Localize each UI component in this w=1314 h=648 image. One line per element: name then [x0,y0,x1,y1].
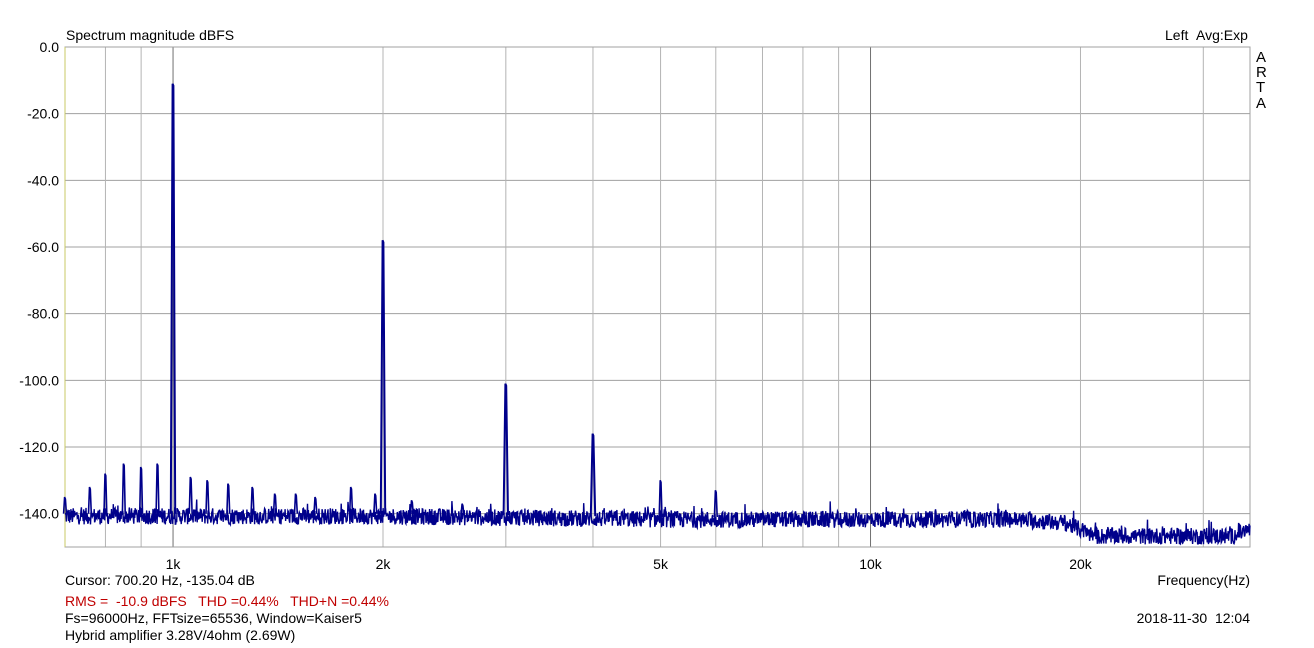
measurement-description: Hybrid amplifier 3.28V/4ohm (2.69W) [65,627,295,643]
brand-letter-t: T [1256,79,1265,96]
x-axis-label: Frequency(Hz) [1157,572,1250,588]
y-tick-label: -40.0 [27,172,59,188]
harmonic-peak [293,493,299,514]
y-tick-label: -120.0 [19,439,59,455]
harmonic-peak [87,486,93,514]
timestamp: 2018-11-30 12:04 [1137,610,1251,626]
fft-settings: Fs=96000Hz, FFTsize=65536, Window=Kaiser… [65,610,362,626]
channel-label: Left [1165,27,1188,43]
harmonic-peak [155,463,160,514]
harmonic-peak [226,483,231,514]
cursor-readout: Cursor: 700.20 Hz, -135.04 dB [65,572,255,588]
rms-thd-readout: RMS = -10.9 dBFS THD =0.44% THD+N =0.44% [65,593,389,609]
harmonic-peak [373,493,378,514]
x-tick-label: 2k [376,556,392,572]
y-tick-label: -20.0 [27,106,59,122]
noise-floor-trace [64,499,1251,546]
x-tick-label: 10k [859,556,883,572]
harmonic-peak [121,463,126,514]
y-tick-label: -140.0 [19,506,59,522]
chart-title: Spectrum magnitude dBFS [66,27,234,43]
x-tick-label: 5k [653,556,669,572]
harmonic-peak [205,480,210,514]
y-tick-label: -100.0 [19,372,59,388]
harmonic-peak [188,476,193,514]
y-tick-label: -60.0 [27,239,59,255]
x-tick-label: 1k [166,556,182,572]
plot-frame [64,46,1251,548]
averaging-label: Avg:Exp [1196,27,1248,43]
spectrum-chart: 0.0 -20.0 -40.0 -60.0 -80.0 -100.0 -120.0 -140.… [19,27,1267,643]
x-tick-label: 20k [1069,556,1093,572]
y-tick-label: 0.0 [40,39,60,55]
brand-letter-a2: A [1256,95,1266,112]
y-tick-label: -80.0 [27,306,59,322]
